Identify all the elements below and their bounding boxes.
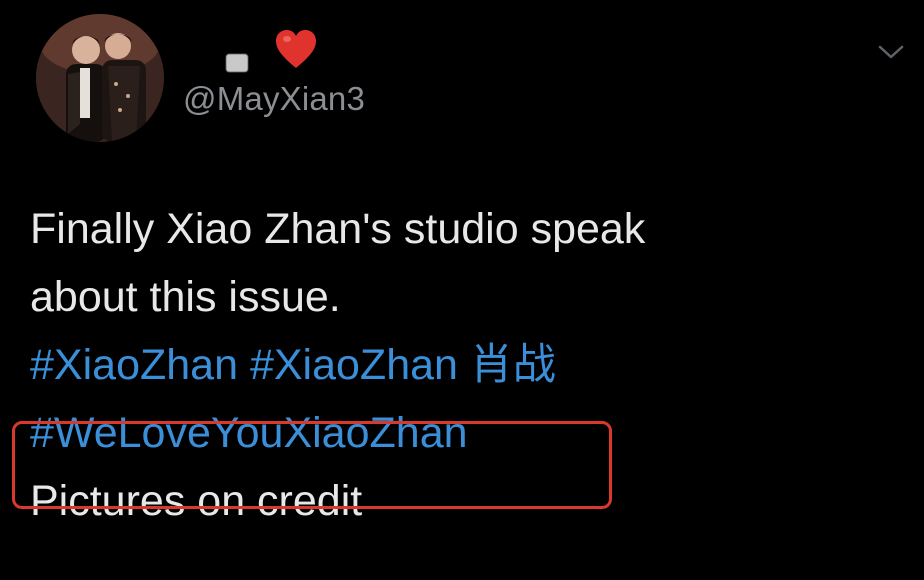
avatar[interactable] bbox=[36, 14, 164, 142]
heart-icon bbox=[276, 30, 316, 68]
user-handle[interactable]: @MayXian3 bbox=[183, 80, 365, 118]
avatar-photo bbox=[36, 14, 164, 142]
hashtag-link[interactable]: #XiaoZhan 肖战 bbox=[250, 341, 556, 389]
tweet-text-line: about this issue. bbox=[30, 273, 341, 321]
display-name[interactable] bbox=[184, 26, 344, 76]
display-name-redacted bbox=[226, 54, 248, 72]
tweet-text-line: Finally Xiao Zhan's studio speak bbox=[30, 205, 646, 253]
highlight-box bbox=[12, 421, 612, 509]
tweet: @MayXian3 Finally Xiao Zhan's studio spe… bbox=[0, 0, 924, 580]
hashtag-line: #XiaoZhan #XiaoZhan 肖战 bbox=[30, 331, 910, 399]
hashtag-link[interactable]: #XiaoZhan bbox=[30, 341, 238, 389]
chevron-down-icon[interactable] bbox=[876, 40, 906, 64]
